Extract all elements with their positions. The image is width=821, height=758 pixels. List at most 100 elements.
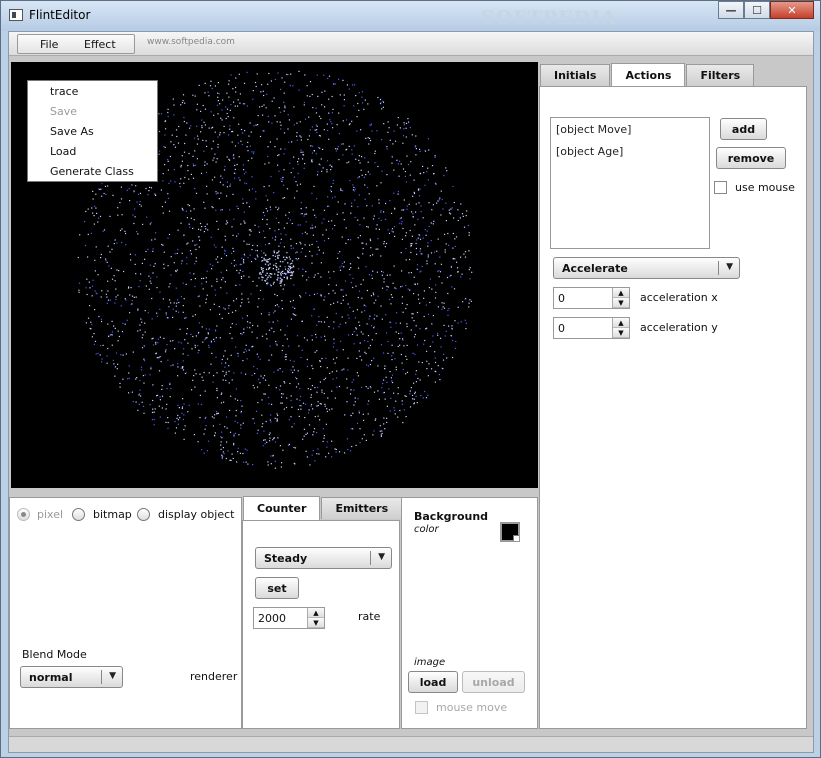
particle <box>259 106 261 108</box>
use-mouse-checkbox[interactable] <box>714 181 727 194</box>
tab-counter[interactable]: Counter <box>243 496 321 520</box>
particle <box>251 248 253 251</box>
particle <box>450 335 452 337</box>
particle <box>271 354 273 356</box>
particle <box>142 223 144 225</box>
stepper-up-icon[interactable]: ▲ <box>613 318 629 328</box>
particle <box>285 353 287 356</box>
particle <box>168 233 171 236</box>
menu-item-generate-class[interactable]: Generate Class <box>50 165 134 178</box>
stepper-down-icon[interactable]: ▼ <box>613 328 629 338</box>
particle <box>239 269 241 271</box>
particle <box>291 426 293 428</box>
blend-mode-select[interactable]: normal ▼ <box>20 666 123 688</box>
particle <box>261 260 264 262</box>
particle <box>291 274 293 276</box>
tab-actions[interactable]: Actions <box>611 63 686 87</box>
particle <box>109 299 111 301</box>
particle <box>147 248 149 250</box>
particle <box>261 335 264 337</box>
tab-emitters[interactable]: Emitters <box>321 497 403 519</box>
stepper-down-icon[interactable]: ▼ <box>308 618 324 628</box>
particle <box>240 277 243 279</box>
particle <box>275 262 277 265</box>
list-item[interactable]: [object Age] <box>556 145 623 158</box>
particle <box>298 70 300 72</box>
particle <box>241 298 243 300</box>
particle <box>385 376 387 378</box>
particle <box>177 375 179 377</box>
menu-item-save-as[interactable]: Save As <box>50 125 94 138</box>
remove-button[interactable]: remove <box>716 147 786 169</box>
particle <box>432 223 434 225</box>
particle <box>217 412 219 414</box>
particle <box>251 151 253 153</box>
stepper-up-icon[interactable]: ▲ <box>308 608 324 618</box>
particle <box>262 276 264 279</box>
acceleration-x-stepper[interactable]: 0 ▲ ▼ <box>553 287 630 309</box>
menu-item-load[interactable]: Load <box>50 145 76 158</box>
particle <box>319 381 321 383</box>
action-type-select[interactable]: Accelerate ▼ <box>553 257 740 279</box>
tab-initials[interactable]: Initials <box>540 64 611 86</box>
particle <box>139 200 141 203</box>
particle <box>225 362 227 364</box>
maximize-button[interactable]: ☐ <box>744 1 770 19</box>
particle <box>282 345 284 347</box>
close-button[interactable]: ✕ <box>770 1 814 19</box>
acceleration-y-stepper[interactable]: 0 ▲ ▼ <box>553 317 630 339</box>
particle <box>328 452 330 454</box>
particle <box>140 273 142 275</box>
particle <box>242 202 244 204</box>
particle <box>405 395 407 397</box>
particle <box>434 381 436 383</box>
menu-file[interactable]: File <box>40 38 58 51</box>
particle <box>153 265 155 267</box>
particle <box>113 275 115 277</box>
particle <box>129 253 131 255</box>
particle <box>405 122 408 124</box>
particle <box>200 110 202 112</box>
rate-stepper[interactable]: 2000 ▲ ▼ <box>253 607 325 629</box>
particle <box>221 209 223 211</box>
particle <box>116 269 118 271</box>
particle <box>290 318 292 320</box>
set-button[interactable]: set <box>255 577 299 599</box>
radio-display-object[interactable] <box>137 508 150 521</box>
stepper-down-icon[interactable]: ▼ <box>613 298 629 308</box>
particle <box>181 406 184 408</box>
title-bar[interactable]: FlintEditor SOFTPEDIA — ☐ ✕ <box>1 1 820 31</box>
menu-item-trace[interactable]: trace <box>50 85 78 98</box>
minimize-button[interactable]: — <box>718 1 744 19</box>
actions-listbox[interactable]: [object Move] [object Age] <box>550 117 710 249</box>
particle <box>346 162 348 164</box>
load-button[interactable]: load <box>408 671 458 693</box>
particle <box>265 333 267 335</box>
tab-filters[interactable]: Filters <box>686 64 755 86</box>
add-button[interactable]: add <box>720 118 767 140</box>
particle <box>264 439 266 441</box>
particle <box>302 438 304 440</box>
particle <box>270 285 272 287</box>
color-swatch[interactable] <box>500 522 520 542</box>
particle <box>420 395 422 397</box>
stepper-up-icon[interactable]: ▲ <box>613 288 629 298</box>
particle <box>415 242 417 245</box>
list-item[interactable]: [object Move] <box>556 123 631 136</box>
counter-type-select[interactable]: Steady ▼ <box>255 547 392 569</box>
radio-bitmap[interactable] <box>72 508 85 521</box>
particle <box>242 317 244 319</box>
particle <box>201 127 203 129</box>
particle <box>180 367 182 369</box>
particle <box>368 143 370 145</box>
particle <box>380 433 382 435</box>
particle <box>444 335 446 337</box>
particle <box>124 298 126 300</box>
particle <box>348 124 350 126</box>
particle <box>361 174 363 176</box>
particle <box>241 405 243 407</box>
menu-effect[interactable]: Effect <box>84 38 116 51</box>
particle <box>468 234 470 236</box>
particle <box>408 121 410 123</box>
particle <box>361 297 363 299</box>
